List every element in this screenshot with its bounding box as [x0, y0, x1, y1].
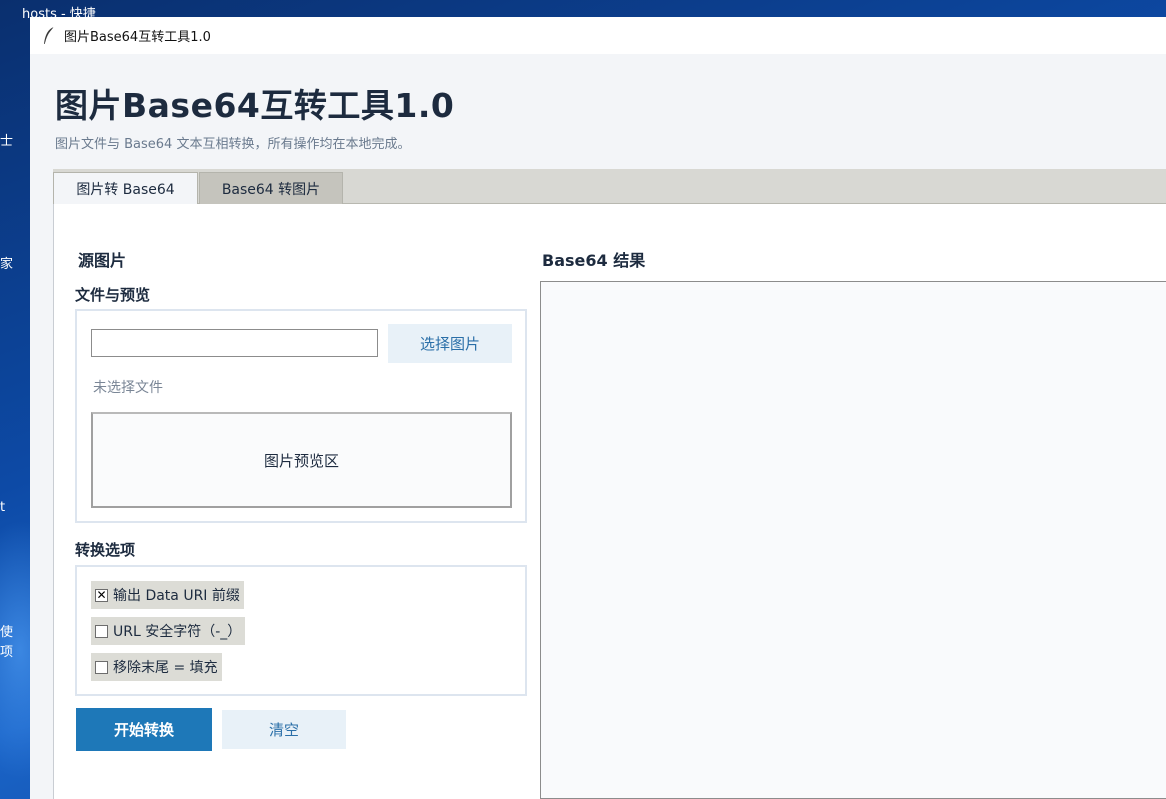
window-titlebar[interactable]: 图片Base64互转工具1.0	[30, 17, 1166, 54]
checkbox-label: 移除末尾 = 填充	[113, 660, 218, 676]
tab-bar: 图片转 Base64 Base64 转图片	[53, 169, 1166, 205]
page-subtitle: 图片文件与 Base64 文本互相转换，所有操作均在本地完成。	[55, 137, 411, 152]
checkbox-unchecked-icon[interactable]	[95, 624, 108, 638]
base64-result-textarea[interactable]	[540, 281, 1166, 799]
option-strip-padding-checkbox[interactable]: 移除末尾 = 填充	[91, 653, 222, 681]
desktop-shortcut-label[interactable]: t	[0, 500, 5, 515]
desktop-shortcut-label[interactable]: 士	[0, 130, 13, 149]
desktop-shortcut-label[interactable]: 家	[0, 253, 13, 272]
tab-content: 源图片 文件与预览 选择图片 未选择文件 图片预览区 转换选项 ✕ 输出 Dat…	[53, 204, 1166, 799]
window-title: 图片Base64互转工具1.0	[64, 30, 211, 45]
source-heading: 源图片	[78, 251, 127, 270]
tab-image-to-base64[interactable]: 图片转 Base64	[53, 172, 198, 205]
page-title: 图片Base64互转工具1.0	[55, 86, 455, 125]
tab-base64-to-image[interactable]: Base64 转图片	[199, 172, 343, 204]
options-title: 转换选项	[75, 541, 136, 559]
result-heading: Base64 结果	[542, 251, 646, 270]
options-group: ✕ 输出 Data URI 前缀 URL 安全字符（-_） 移除末尾 = 填充	[75, 565, 527, 696]
choose-image-button[interactable]: 选择图片	[388, 324, 512, 363]
preview-placeholder: 图片预览区	[263, 451, 339, 470]
file-status-text: 未选择文件	[93, 380, 163, 396]
desktop-shortcut-label[interactable]: 使	[0, 621, 13, 640]
file-group-title: 文件与预览	[75, 286, 151, 304]
app-window: 图片Base64互转工具1.0 图片Base64互转工具1.0 图片文件与 Ba…	[30, 17, 1166, 799]
option-url-safe-checkbox[interactable]: URL 安全字符（-_）	[91, 617, 246, 645]
option-data-uri-checkbox[interactable]: ✕ 输出 Data URI 前缀	[91, 581, 244, 609]
checkbox-label: 输出 Data URI 前缀	[113, 588, 240, 604]
checkbox-label: URL 安全字符（-_）	[113, 624, 242, 640]
image-preview-area: 图片预览区	[91, 412, 512, 508]
checkbox-unchecked-icon[interactable]	[95, 660, 108, 674]
file-preview-group: 选择图片 未选择文件 图片预览区	[75, 309, 527, 523]
start-convert-button[interactable]: 开始转换	[76, 708, 212, 751]
desktop-shortcut-label[interactable]: 项	[0, 641, 13, 660]
checkbox-checked-icon[interactable]: ✕	[95, 588, 108, 602]
file-path-input[interactable]	[91, 329, 378, 357]
feather-icon	[44, 26, 55, 44]
clear-button[interactable]: 清空	[222, 710, 346, 749]
